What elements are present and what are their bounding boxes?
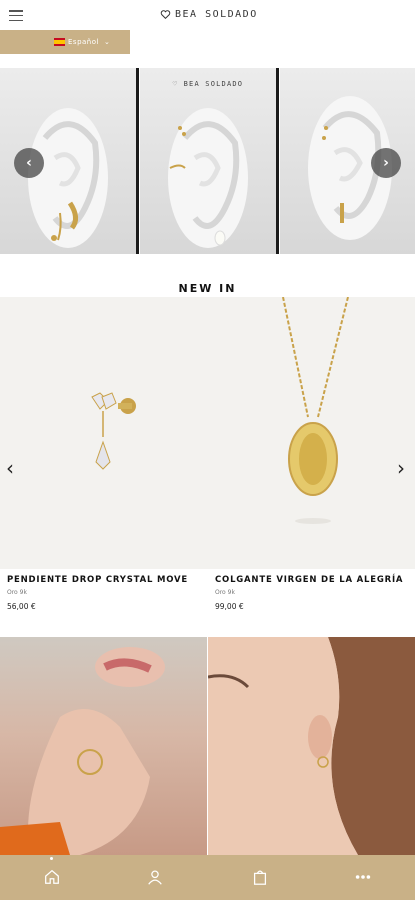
home-icon[interactable] [43,868,61,886]
product-image[interactable] [0,297,207,569]
active-tab-indicator [50,857,53,860]
ear-model-image [207,637,415,855]
product-material: Oro 9k [215,589,235,596]
banner-image-face [207,637,415,855]
more-icon[interactable] [354,868,372,886]
brand-logo[interactable]: BEA SOLDADO [160,9,258,20]
product-name: COLGANTE VIRGEN DE LA ALEGRÍA [215,575,404,585]
product-card[interactable]: COLGANTE VIRGEN DE LA ALEGRÍA Oro 9k 99,… [208,569,415,635]
product-material: Oro 9k [7,589,27,596]
product-price: 99,00 € [215,602,244,611]
chevron-left-icon[interactable]: ‹ [14,148,44,178]
slide-divider [136,68,139,254]
language-selector[interactable]: Español ⌄ [0,30,130,54]
slide-divider [276,68,279,254]
chevron-right-icon[interactable]: › [397,456,405,480]
ear-earrings-image [168,108,248,248]
lifestyle-banner[interactable] [0,637,415,855]
spain-flag-icon [54,38,65,46]
carousel-slide: ♡ BEA SOLDADO [140,68,276,254]
app-header: BEA SOLDADO [0,0,415,30]
hero-carousel[interactable]: ♡ BEA SOLDADO ‹ › [0,68,415,254]
section-title: NEW IN [178,282,237,295]
chevron-down-icon: ⌄ [103,38,110,46]
product-card[interactable]: PENDIENTE DROP CRYSTAL MOVE Oro 9k 56,00… [0,569,207,635]
brand-name: BEA SOLDADO [175,9,258,20]
product-price: 56,00 € [7,602,36,611]
chevron-left-icon[interactable]: ‹ [6,456,14,480]
bottom-tab-bar [0,855,415,900]
heart-icon [160,10,171,20]
chevron-right-icon[interactable]: › [371,148,401,178]
language-label: Español [68,38,99,46]
banner-image-hand [0,637,207,855]
menu-icon[interactable] [9,10,23,22]
product-name: PENDIENTE DROP CRYSTAL MOVE [7,575,188,585]
user-icon[interactable] [146,868,164,886]
product-image[interactable] [208,297,415,569]
hand-ring-image [0,647,165,855]
bag-icon[interactable] [251,868,269,886]
product-carousel [0,297,415,569]
